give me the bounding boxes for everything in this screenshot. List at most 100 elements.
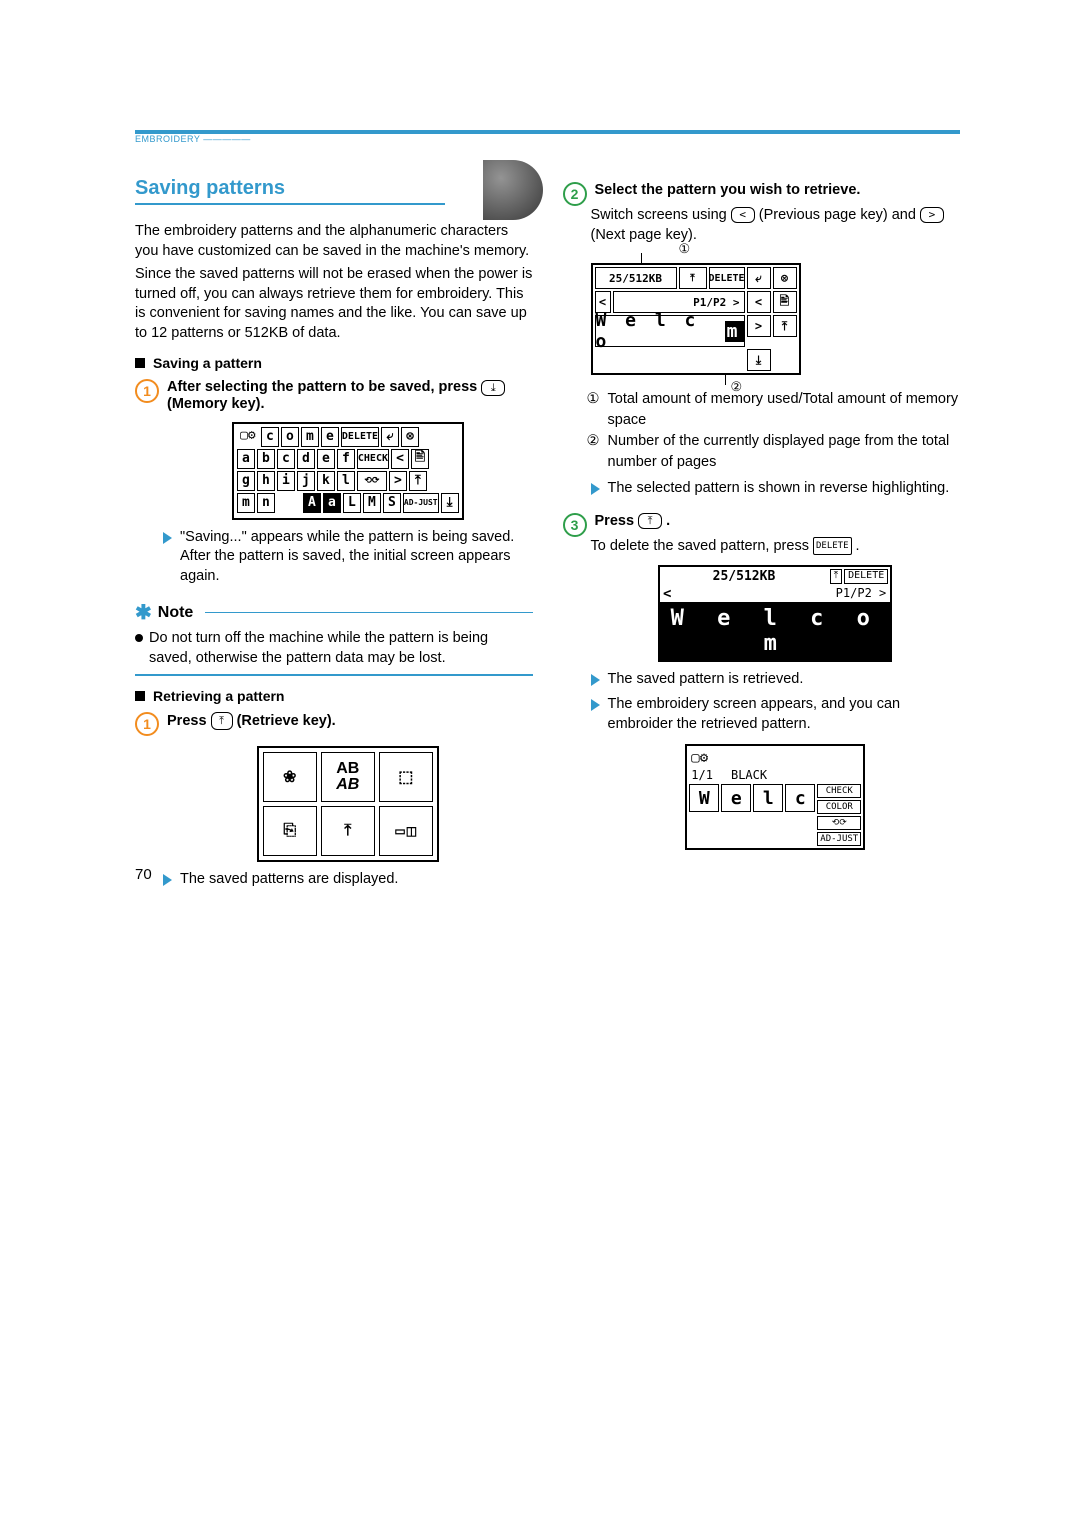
left-column: Saving patterns The embroidery patterns … (135, 174, 533, 893)
step-number-2-icon: 2 (563, 182, 587, 206)
sparkle-icon: ✱ (135, 600, 152, 625)
prev-page-key-icon: < (731, 207, 755, 223)
delete-btn: DELETE (709, 267, 745, 289)
header-bar: EMBROIDERY ————— (135, 130, 960, 134)
retrieving-heading-text: Retrieving a pattern (153, 688, 284, 704)
dash-icon: ————— (203, 134, 251, 144)
retrieve-result-text: The saved patterns are displayed. (180, 870, 398, 890)
pattern-name-display: W e l c o m (595, 315, 745, 347)
confirm-step-3: 3 Press ⤒ . (563, 513, 961, 537)
step1-text-b: (Memory key). (167, 396, 265, 412)
step-number-3-icon: 3 (563, 513, 587, 537)
selected-pattern-name: W e l c o m (660, 602, 890, 660)
right-column: 2 Select the pattern you wish to retriev… (563, 174, 961, 893)
emb-letter: e (721, 784, 751, 812)
menu-frame-icon: ⬚ (379, 752, 433, 802)
emb-letter: c (785, 784, 815, 812)
note-title: Note (158, 604, 194, 622)
page-indicator: P1/P2 (836, 586, 872, 600)
emb-letter: W (689, 784, 719, 812)
step3-a: Press (595, 513, 639, 529)
thread-color: BLACK (731, 768, 767, 782)
saving-result: "Saving..." appears while the pattern is… (163, 528, 533, 587)
dot-bullet-icon (135, 634, 143, 642)
lcd-char: g (237, 471, 255, 491)
color-btn: COLOR (817, 800, 861, 814)
saving-heading: Saving a pattern (135, 355, 533, 371)
legend-1-num: ① (587, 389, 600, 431)
check-btn: CHECK (817, 784, 861, 798)
intro-text-1: The embroidery patterns and the alphanum… (135, 222, 533, 261)
square-bullet-icon (135, 358, 145, 368)
lcd-char: m (237, 493, 255, 513)
mode-btn: L (343, 493, 361, 513)
step3-note: To delete the saved pattern, press (591, 538, 813, 554)
tab-text: EMBROIDERY (135, 134, 200, 144)
confirm-result-2: The embroidery screen appears, and you c… (591, 695, 961, 734)
select-result-text: The selected pattern is shown in reverse… (608, 479, 950, 499)
rotate-btn: ⟲⟳ (817, 816, 861, 830)
note-end-line (135, 674, 533, 676)
lcd-char: c (277, 449, 295, 469)
pattern-list-figure: ① ② 25/512KB ⤒ DELETE ⤶⊗ < P1/P2 (591, 263, 801, 375)
menu-retrieve-icon: ⤒ (321, 806, 375, 856)
lcd-char: a (237, 449, 255, 469)
lcd-char: m (301, 427, 319, 447)
lcd-char: e (321, 427, 339, 447)
callout-legend: ①Total amount of memory used/Total amoun… (587, 389, 961, 473)
confirm-key-icon: ⤒ (638, 513, 662, 529)
triangle-bullet-icon (163, 532, 172, 544)
confirm-result-1-text: The saved pattern is retrieved. (608, 670, 804, 690)
triangle-bullet-icon (163, 874, 172, 886)
lcd-char: h (257, 471, 275, 491)
switch-text-a: Switch screens using (591, 207, 731, 223)
legend-2-text: Number of the currently displayed page f… (608, 431, 961, 473)
memory-indicator: 25/512KB (595, 267, 677, 289)
lcd-char: o (281, 427, 299, 447)
page-indicator: P1/P2 (693, 296, 726, 309)
decorative-d-icon (483, 160, 543, 220)
mode-btn: A (303, 493, 321, 513)
mode-btn: a (323, 493, 341, 513)
mode-btn: M (363, 493, 381, 513)
callout-2-icon: ② (731, 379, 743, 395)
legend-1-text: Total amount of memory used/Total amount… (608, 389, 961, 431)
triangle-bullet-icon (591, 699, 600, 711)
step-number-1-icon: 1 (135, 712, 159, 736)
note-heading: ✱ Note (135, 600, 533, 625)
next-page-key-icon: > (920, 207, 944, 223)
menu-figure: ❀ AB AB ⬚ ⎘ ⤒ ▭◫ (163, 746, 533, 862)
final-figure: ▢⚙ 1/1 BLACK W e l c CHECK COLOR (591, 744, 961, 850)
note-line (205, 612, 532, 614)
memory-indicator: 25/512KB (660, 567, 827, 586)
retrieve-step1-a: Press (167, 713, 211, 729)
menu-pattern-icon: ❀ (263, 752, 317, 802)
prev-arrow-icon: < (660, 586, 674, 602)
lcd-keypad-figure: ▢⚙ c o m e DELETE ⤶ ⊗ a b c d e (163, 422, 533, 520)
step1-text-a: After selecting the pattern to be saved,… (167, 379, 481, 395)
lcd-char: i (277, 471, 295, 491)
legend-2-num: ② (587, 431, 600, 473)
retrieve-step-1: 1 Press ⤒ (Retrieve key). (135, 712, 533, 736)
section-title: Saving patterns (135, 174, 285, 204)
delete-btn: DELETE (844, 569, 888, 584)
detail-figure: 25/512KB ⤒ DELETE < P1/P2 > W e l c o m (591, 565, 961, 662)
section-tab: EMBROIDERY ————— (135, 134, 251, 144)
check-btn: CHECK (357, 449, 389, 469)
menu-hoop-icon: ▭◫ (379, 806, 433, 856)
retrieve-key-icon: ⤒ (211, 712, 233, 730)
emb-letter: l (753, 784, 783, 812)
mode-btn: S (383, 493, 401, 513)
saving-result-text: "Saving..." appears while the pattern is… (180, 528, 533, 587)
note-text: Do not turn off the machine while the pa… (149, 629, 533, 668)
lcd-char: f (337, 449, 355, 469)
adjust-btn: AD-JUST (817, 832, 861, 846)
triangle-bullet-icon (591, 483, 600, 495)
menu-ab-btn: AB AB (321, 752, 375, 802)
lcd-char: b (257, 449, 275, 469)
select-result: The selected pattern is shown in reverse… (591, 479, 961, 499)
lcd-char: n (257, 493, 275, 513)
callout-1-icon: ① (679, 241, 691, 257)
stitch-count: 1/1 (691, 768, 713, 782)
triangle-bullet-icon (591, 674, 600, 686)
